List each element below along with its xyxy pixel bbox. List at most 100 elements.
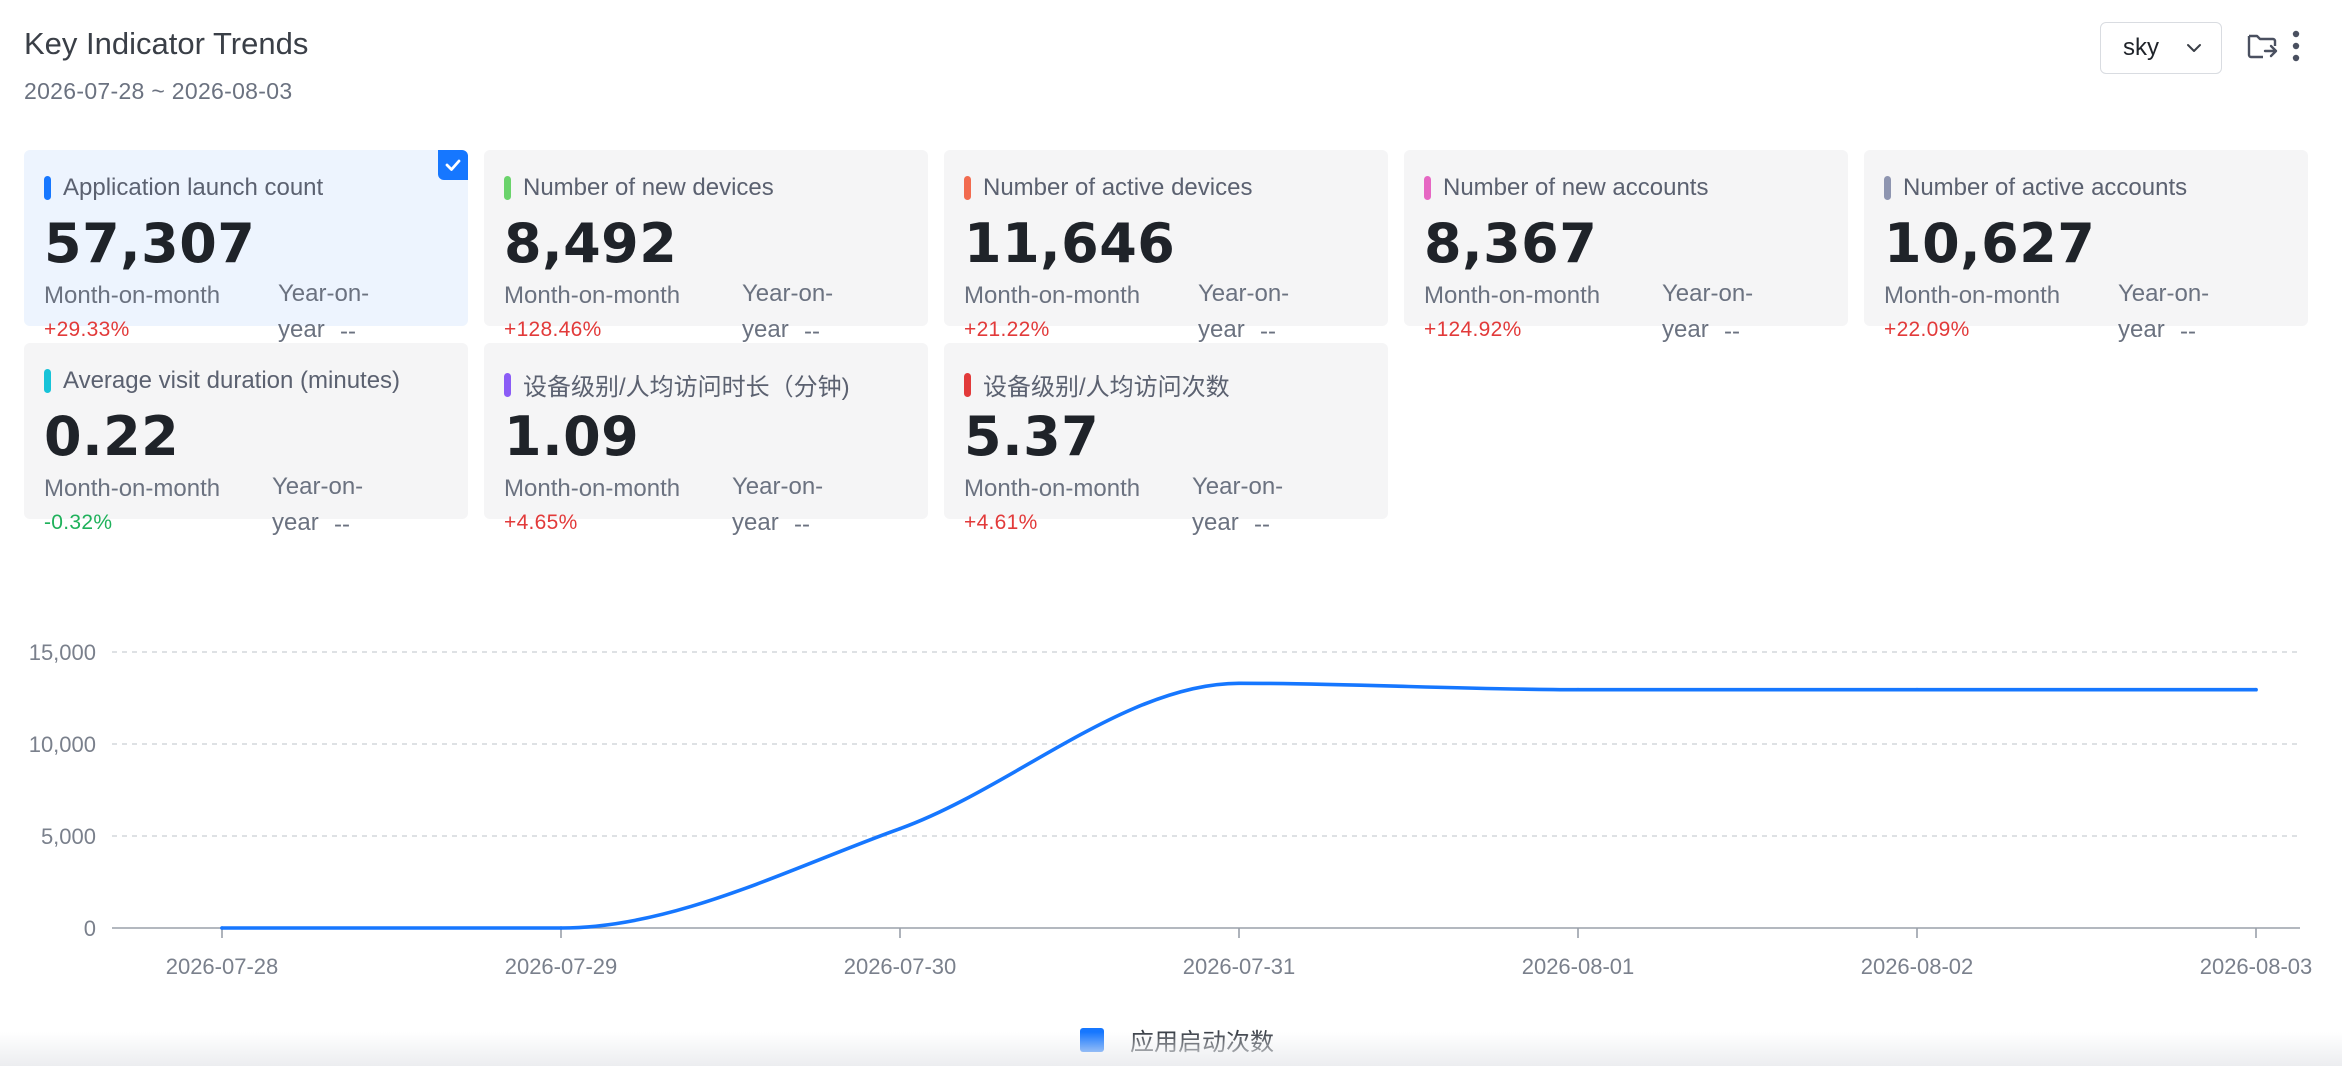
month-on-month-value: +4.61% [964, 511, 1038, 534]
year-on-year-label: Year-on-year [272, 473, 364, 536]
metric-label: Application launch count [44, 174, 323, 202]
month-on-month-value: +22.09% [1884, 318, 1970, 341]
year-on-year-label: Year-on-year [1192, 473, 1284, 536]
metric-card[interactable]: Number of new devices 8,492 Month-on-month… [484, 150, 928, 345]
page-title: Key Indicator Trends [24, 26, 309, 61]
month-on-month-value: +29.33% [44, 318, 130, 341]
y-tick-label: 10,000 [29, 732, 96, 757]
legend-swatch [1080, 1027, 1104, 1052]
metric-color-marker [1424, 176, 1431, 200]
month-on-month-value: +4.65% [504, 511, 578, 534]
year-on-year-value: -- [1260, 318, 1276, 345]
metric-label-text: Number of new accounts [1443, 174, 1709, 201]
legend-label: 应用启动次数 [1130, 1029, 1274, 1056]
metric-card[interactable]: Application launch count 57,307 Month-on-m… [24, 150, 468, 345]
series-point [1576, 687, 1580, 692]
export-folder-icon[interactable] [2244, 28, 2280, 64]
year-on-year-label: Year-on-year [732, 473, 824, 536]
metric-color-marker [504, 372, 511, 397]
x-tick-label: 2026-07-28 [166, 954, 279, 979]
series-line [220, 681, 2258, 930]
year-on-year-label: Year-on-year [278, 280, 370, 343]
x-tick-label: 2026-07-31 [1183, 954, 1296, 979]
metric-label-text: Number of active devices [983, 174, 1253, 201]
metric-label: Number of new accounts [1424, 174, 1708, 202]
metric-label: 设备级别/人均访问次数 [964, 367, 1230, 402]
month-on-month-value: +124.92% [1424, 318, 1522, 341]
year-on-year-value: -- [804, 318, 820, 345]
metric-value: 0.22 [44, 405, 180, 468]
series-point [1915, 687, 1919, 692]
x-tick-label: 2026-07-29 [505, 954, 618, 979]
month-on-month-label: Month-on-month [1884, 282, 2061, 309]
year-on-year-label: Year-on-year [742, 280, 834, 343]
month-on-month-label: Month-on-month [504, 475, 681, 502]
metric-label-text: Application launch count [63, 174, 324, 201]
more-options-icon[interactable] [2284, 28, 2308, 64]
y-tick-label: 5,000 [41, 824, 96, 849]
month-on-month-label: Month-on-month [44, 475, 221, 502]
year-on-year-value: -- [2180, 318, 2196, 345]
metric-value: 1.09 [504, 405, 640, 468]
month-on-month-label: Month-on-month [504, 282, 681, 309]
metric-value: 10,627 [1884, 212, 2096, 275]
metric-card[interactable]: Number of active devices 11,646 Month-on-m… [944, 150, 1388, 345]
series-point [2254, 687, 2258, 692]
metric-color-marker [44, 176, 51, 200]
metric-label: Number of active devices [964, 174, 1252, 202]
metric-color-marker [44, 369, 51, 393]
year-on-year-value: -- [340, 318, 356, 345]
year-on-year-value: -- [1724, 318, 1740, 345]
month-on-month-label: Month-on-month [44, 282, 221, 309]
app-select-dropdown[interactable]: sky [2100, 22, 2222, 74]
x-tick-label: 2026-08-03 [2200, 954, 2313, 979]
metric-card[interactable]: Number of active accounts 10,627 Month-on-… [1864, 150, 2308, 345]
metric-value: 11,646 [964, 212, 1176, 275]
trend-line-chart: 0 5,000 10,000 15,000 2026-07-28 2026-07-29 20… [29, 640, 2313, 979]
year-on-year-label: Year-on-year [2118, 280, 2210, 343]
metric-card[interactable]: Average visit duration (minutes) 0.22 Mont… [24, 343, 468, 538]
metric-label-text: 设备级别/人均访问次数 [983, 374, 1230, 401]
month-on-month-value: -0.32% [44, 511, 113, 534]
metric-value: 5.37 [964, 405, 1100, 468]
series-point [898, 826, 902, 831]
metric-label: Average visit duration (minutes) [44, 367, 400, 395]
key-indicator-page: Key Indicator Trends 2026-07-28 ~ 2026-0… [0, 0, 2342, 1066]
metric-value: 57,307 [44, 212, 256, 275]
metric-label-text: 设备级别/人均访问时长（分钟) [523, 374, 850, 401]
metric-color-marker [1884, 176, 1891, 200]
year-on-year-label: Year-on-year [1662, 280, 1754, 343]
metric-color-marker [964, 176, 971, 200]
metric-label-text: Number of new devices [523, 174, 774, 201]
metric-value: 8,367 [1424, 212, 1598, 275]
month-on-month-label: Month-on-month [964, 282, 1141, 309]
metric-card[interactable]: 设备级别/人均访问次数 5.37 Month-on-month +4.61% Year-… [944, 343, 1388, 538]
series-point [559, 926, 563, 930]
month-on-month-label: Month-on-month [964, 475, 1141, 502]
x-tick-label: 2026-07-30 [844, 954, 957, 979]
metric-label: Number of active accounts [1884, 174, 2187, 202]
metric-label-text: Average visit duration (minutes) [63, 367, 401, 394]
chevron-down-icon [2187, 44, 2201, 52]
metric-value: 8,492 [504, 212, 678, 275]
date-range: 2026-07-28 ~ 2026-08-03 [24, 78, 293, 104]
year-on-year-label: Year-on-year [1198, 280, 1290, 343]
month-on-month-value: +128.46% [504, 318, 602, 341]
selected-check-icon[interactable] [438, 150, 468, 180]
y-tick-label: 0 [84, 916, 96, 941]
chart-legend[interactable]: 应用启动次数 [1080, 1022, 1274, 1057]
metric-card[interactable]: 设备级别/人均访问时长（分钟) 1.09 Month-on-month +4.65% Y… [484, 343, 928, 538]
metric-label: Number of new devices [504, 174, 774, 202]
metric-color-marker [964, 372, 971, 397]
metric-card[interactable]: Number of new accounts 8,367 Month-on-mont… [1404, 150, 1848, 345]
year-on-year-value: -- [1254, 511, 1270, 538]
metric-color-marker [504, 176, 511, 200]
month-on-month-value: +21.22% [964, 318, 1050, 341]
series-point [1237, 681, 1241, 686]
app-select-value: sky [2123, 34, 2159, 61]
series-point [220, 926, 224, 930]
month-on-month-label: Month-on-month [1424, 282, 1601, 309]
metric-label-text: Number of active accounts [1903, 174, 2188, 201]
year-on-year-value: -- [334, 511, 350, 538]
x-tick-label: 2026-08-01 [1522, 954, 1635, 979]
